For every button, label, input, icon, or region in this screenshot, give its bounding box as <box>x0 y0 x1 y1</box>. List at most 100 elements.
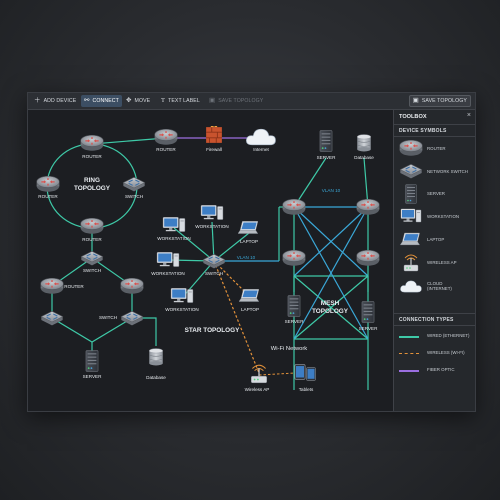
lower-switch-top-label: SWITCH <box>83 268 101 273</box>
toolbox-divider <box>394 136 475 137</box>
symbol-workstation[interactable]: WORKSTATION <box>394 206 475 228</box>
add-device-button[interactable]: ＋ ADD DEVICE <box>31 95 79 107</box>
ring-switch-right[interactable] <box>122 176 146 192</box>
mesh-server-br[interactable] <box>361 301 375 323</box>
symbol-router[interactable]: ROUTER <box>394 138 475 160</box>
mesh-server-bl[interactable] <box>287 295 301 317</box>
symbol-switch-label: NETWORK SWITCH <box>427 169 468 174</box>
mesh-topology-title-2: TOPOLOGY <box>312 308 349 315</box>
mesh-server-br-label: SERVER <box>359 326 378 331</box>
star-workstation-2[interactable] <box>200 204 224 221</box>
connection-wireless[interactable]: WIRELESS (WI-FI) <box>399 349 475 359</box>
backbone-router[interactable] <box>154 129 178 145</box>
cloud-icon <box>400 280 422 293</box>
star-workstation-4[interactable] <box>170 287 194 304</box>
symbol-cloud-label-line-2: (INTERNET) <box>427 286 452 291</box>
move-icon: ✥ <box>126 96 132 104</box>
symbol-workstation-label: WORKSTATION <box>427 214 460 219</box>
close-icon[interactable]: × <box>467 112 471 119</box>
ring-router-bottom-label: ROUTER <box>82 237 102 242</box>
ring-router-top[interactable] <box>80 135 104 151</box>
wired-line-swatch <box>399 336 419 338</box>
save-topology-disabled-button[interactable]: ▣ SAVE TOPOLOGY <box>206 95 266 107</box>
save-topology-button[interactable]: ▣ SAVE TOPOLOGY <box>408 95 471 107</box>
switch-icon <box>399 163 423 179</box>
lower-server-label: SERVER <box>83 374 102 379</box>
symbol-wireless-ap[interactable]: WIRELESS AP <box>394 252 475 274</box>
symbol-ap-label: WIRELESS AP <box>427 260 457 265</box>
lower-switch-left[interactable] <box>40 310 64 326</box>
symbol-server[interactable]: SERVER <box>394 183 475 205</box>
device-symbols-heading: DEVICE SYMBOLS <box>399 128 447 134</box>
symbol-cloud[interactable]: CLOUD (INTERNET) <box>394 276 475 302</box>
wireless-ap-icon <box>403 254 419 272</box>
lower-router-left-label: ROUTER <box>64 284 84 289</box>
connection-types-heading: CONNECTION TYPES <box>399 317 454 323</box>
wireless-ap[interactable] <box>250 364 268 384</box>
text-label-button[interactable]: T TEXT LABEL <box>158 95 203 107</box>
ring-router-top-label: ROUTER <box>82 154 102 159</box>
ring-switch-right-label: SWITCH <box>125 194 143 199</box>
wireless-ap-label: Wireless AP <box>245 387 270 392</box>
mesh-server-top[interactable] <box>319 130 333 152</box>
connect-button[interactable]: ⚯ CONNECT <box>81 95 122 107</box>
tablet-2[interactable] <box>306 367 316 381</box>
plus-icon: ＋ <box>34 96 41 104</box>
star-switch[interactable] <box>202 253 226 269</box>
star-workstation-1[interactable] <box>162 216 186 233</box>
fiber-line-swatch <box>399 370 419 372</box>
symbol-cloud-label: CLOUD (INTERNET) <box>427 281 452 291</box>
wireless-line-swatch <box>399 353 419 354</box>
ring-router-bottom[interactable] <box>80 218 104 234</box>
mesh-server-bl-label: SERVER <box>285 319 304 324</box>
text-label-label: TEXT LABEL <box>168 98 200 104</box>
server-icon <box>405 184 417 204</box>
network-diagram-app: ＋ ADD DEVICE ⚯ CONNECT ✥ MOVE T TEXT LAB… <box>27 92 476 412</box>
lower-router-left[interactable] <box>40 278 64 294</box>
lower-switch-right[interactable] <box>120 310 144 326</box>
connection-wired-label: WIRED (ETHERNET) <box>427 333 470 338</box>
mesh-router-bl[interactable] <box>282 250 306 266</box>
symbol-switch[interactable]: NETWORK SWITCH <box>394 161 475 183</box>
laptop-icon <box>400 232 421 246</box>
mesh-router-tl[interactable] <box>282 199 306 215</box>
internet-label: Internet <box>253 147 269 152</box>
mesh-router-br[interactable] <box>356 250 380 266</box>
ring-router-left[interactable] <box>36 176 60 192</box>
star-laptop-2[interactable] <box>239 288 260 303</box>
symbol-server-label: SERVER <box>427 191 445 196</box>
star-workstation-2-label: WORKSTATION <box>195 224 229 229</box>
firewall[interactable] <box>205 125 223 144</box>
star-laptop-1[interactable] <box>238 220 259 235</box>
add-device-label: ADD DEVICE <box>43 98 77 104</box>
connection-fiber[interactable]: FIBER OPTIC <box>399 366 475 376</box>
star-workstation-3-label: WORKSTATION <box>151 271 185 276</box>
mesh-server-top-label: SERVER <box>317 155 336 160</box>
mesh-router-tr[interactable] <box>356 199 380 215</box>
internet-cloud[interactable] <box>246 128 276 146</box>
workstation-icon <box>400 208 422 223</box>
symbol-laptop[interactable]: LAPTOP <box>394 229 475 251</box>
toolbar: ＋ ADD DEVICE ⚯ CONNECT ✥ MOVE T TEXT LAB… <box>28 93 475 110</box>
star-switch-label: SWITCH <box>205 271 223 276</box>
tablet-1[interactable] <box>294 364 306 380</box>
diagram-canvas[interactable]: ROUTER ROUTER SWITCH ROUTER RING TOPOLOG… <box>28 110 393 411</box>
toolbox-divider <box>394 313 475 314</box>
wifi-network-title: Wi-Fi Network <box>271 346 307 352</box>
lower-router-right[interactable] <box>120 278 144 294</box>
star-workstation-4-label: WORKSTATION <box>165 307 199 312</box>
lower-database[interactable] <box>148 348 164 366</box>
lower-devices-connections <box>91 317 157 358</box>
star-topology-title: STAR TOPOLOGY <box>185 327 241 334</box>
save-icon: ▣ <box>209 96 216 104</box>
lower-database-label: Database <box>146 375 166 380</box>
move-button[interactable]: ✥ MOVE <box>123 95 153 107</box>
lower-server[interactable] <box>85 350 99 372</box>
save-icon: ▣ <box>412 96 419 104</box>
save-topology-label: SAVE TOPOLOGY <box>421 98 467 104</box>
ring-topology-title-1: RING <box>84 177 100 184</box>
firewall-label: Firewall <box>206 147 222 152</box>
star-workstation-3[interactable] <box>156 251 180 268</box>
mesh-database[interactable] <box>356 134 372 152</box>
connection-wired[interactable]: WIRED (ETHERNET) <box>399 332 475 342</box>
